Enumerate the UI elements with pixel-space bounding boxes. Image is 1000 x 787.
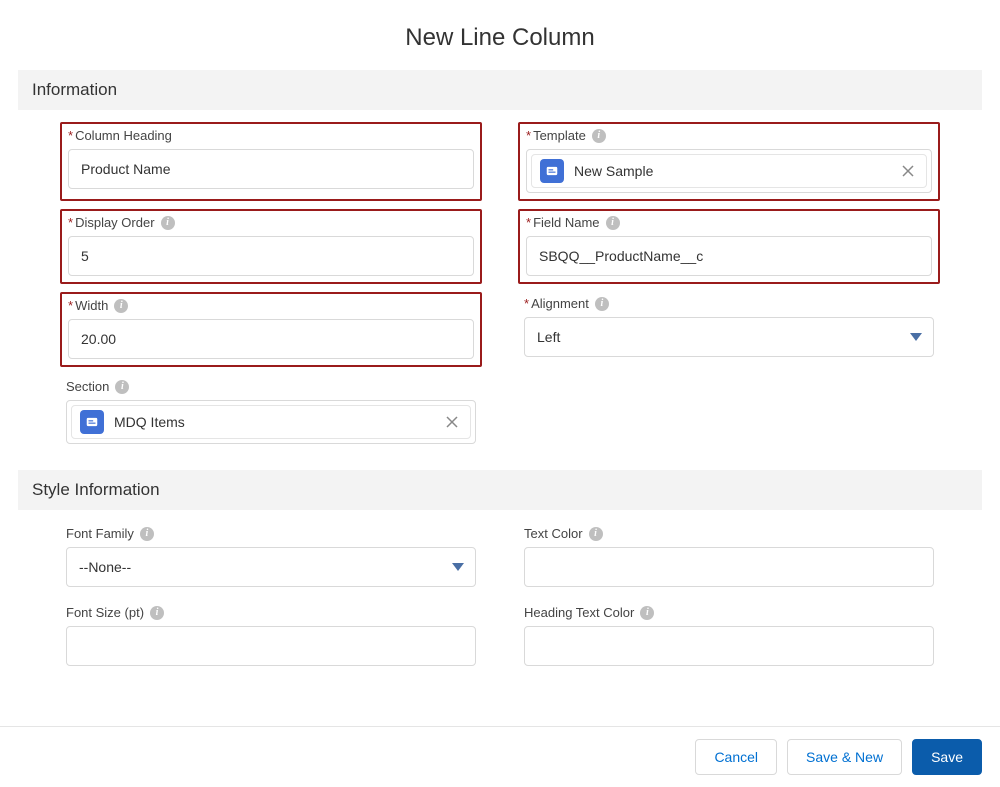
label-font-family: Font Family i <box>66 526 476 541</box>
record-icon <box>80 410 104 434</box>
label-font-size: Font Size (pt) i <box>66 605 476 620</box>
field-column-heading: *Column Heading <box>60 122 482 201</box>
page-title: New Line Column <box>0 0 1000 70</box>
cancel-button[interactable]: Cancel <box>695 739 777 775</box>
info-icon[interactable]: i <box>150 606 164 620</box>
lookup-section-value: MDQ Items <box>114 414 432 430</box>
label-column-heading: *Column Heading <box>68 128 474 143</box>
lookup-template-value: New Sample <box>574 163 888 179</box>
info-icon[interactable]: i <box>161 216 175 230</box>
label-alignment: *Alignment i <box>524 296 934 311</box>
save-button[interactable]: Save <box>912 739 982 775</box>
info-icon[interactable]: i <box>589 527 603 541</box>
label-section: Section i <box>66 379 476 394</box>
field-section: Section i MDQ Items <box>60 375 482 450</box>
select-alignment-value: Left <box>537 329 560 345</box>
field-font-size: Font Size (pt) i <box>60 601 482 672</box>
section-header-style: Style Information <box>18 470 982 510</box>
field-font-family: Font Family i --None-- <box>60 522 482 593</box>
info-icon[interactable]: i <box>606 216 620 230</box>
info-icon[interactable]: i <box>115 380 129 394</box>
field-field-name: *Field Name i <box>518 209 940 284</box>
select-alignment[interactable]: Left <box>524 317 934 357</box>
info-icon[interactable]: i <box>140 527 154 541</box>
field-text-color: Text Color i <box>518 522 940 593</box>
field-template: *Template i New Sample <box>518 122 940 201</box>
input-column-heading[interactable] <box>68 149 474 189</box>
lookup-section[interactable]: MDQ Items <box>66 400 476 444</box>
info-icon[interactable]: i <box>114 299 128 313</box>
label-width: *Width i <box>68 298 474 313</box>
input-width[interactable] <box>68 319 474 359</box>
field-display-order: *Display Order i <box>60 209 482 284</box>
info-icon[interactable]: i <box>640 606 654 620</box>
input-display-order[interactable] <box>68 236 474 276</box>
label-text-color: Text Color i <box>524 526 934 541</box>
record-icon <box>540 159 564 183</box>
field-alignment: *Alignment i Left <box>518 292 940 367</box>
info-icon[interactable]: i <box>592 129 606 143</box>
select-font-family[interactable]: --None-- <box>66 547 476 587</box>
clear-icon[interactable] <box>442 412 462 432</box>
label-display-order: *Display Order i <box>68 215 474 230</box>
info-icon[interactable]: i <box>595 297 609 311</box>
field-width: *Width i <box>60 292 482 367</box>
label-field-name: *Field Name i <box>526 215 932 230</box>
input-font-size[interactable] <box>66 626 476 666</box>
input-text-color[interactable] <box>524 547 934 587</box>
select-font-family-value: --None-- <box>79 559 131 575</box>
input-field-name[interactable] <box>526 236 932 276</box>
field-heading-text-color: Heading Text Color i <box>518 601 940 672</box>
clear-icon[interactable] <box>898 161 918 181</box>
footer: Cancel Save & New Save <box>0 726 1000 787</box>
label-template: *Template i <box>526 128 932 143</box>
lookup-template[interactable]: New Sample <box>526 149 932 193</box>
section-header-information: Information <box>18 70 982 110</box>
input-heading-text-color[interactable] <box>524 626 934 666</box>
save-and-new-button[interactable]: Save & New <box>787 739 902 775</box>
label-heading-text-color: Heading Text Color i <box>524 605 934 620</box>
